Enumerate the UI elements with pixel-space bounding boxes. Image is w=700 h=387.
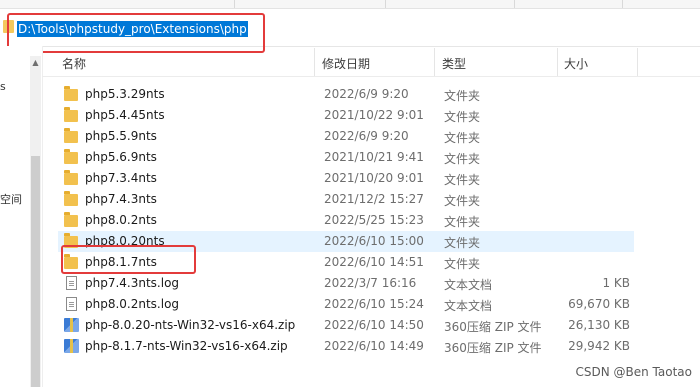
file-date: 2022/6/9 9:20 <box>324 129 409 143</box>
file-date: 2022/6/10 15:00 <box>324 234 424 248</box>
file-row[interactable]: php-8.0.20-nts-Win32-vs16-x64.zip 2022/6… <box>58 315 634 336</box>
file-row[interactable]: php8.0.2nts 2022/5/25 15:23 文件夹 <box>58 210 634 231</box>
folder-icon <box>64 107 78 122</box>
file-date: 2022/6/10 14:49 <box>324 339 424 353</box>
column-header-modified[interactable]: 修改日期 <box>322 55 370 72</box>
file-type: 文件夹 <box>444 131 481 145</box>
file-name: php8.0.2nts <box>85 213 157 227</box>
file-type: 文件夹 <box>444 257 481 271</box>
column-header-name[interactable]: 名称 <box>62 55 86 72</box>
file-type: 文件夹 <box>444 110 481 124</box>
file-size: 69,670 KB <box>568 297 630 311</box>
zip-archive-icon <box>64 318 79 332</box>
file-date: 2021/10/21 9:41 <box>324 150 424 164</box>
file-date: 2022/6/9 9:20 <box>324 87 409 101</box>
file-row[interactable]: php7.4.3nts.log 2022/3/7 16:16 文本文档 1 KB <box>58 273 634 294</box>
address-highlight-box <box>7 13 265 53</box>
file-row[interactable]: php5.5.9nts 2022/6/9 9:20 文件夹 <box>58 126 634 147</box>
file-type: 文件夹 <box>444 194 481 208</box>
file-row[interactable]: php5.6.9nts 2021/10/21 9:41 文件夹 <box>58 147 634 168</box>
column-divider[interactable] <box>557 48 558 76</box>
file-row[interactable]: php8.0.2nts.log 2022/6/10 15:24 文本文档 69,… <box>58 294 634 315</box>
file-date: 2022/6/10 14:51 <box>324 255 424 269</box>
scrollbar-thumb[interactable] <box>31 156 40 387</box>
log-file-icon <box>66 276 77 290</box>
file-name: php7.4.3nts <box>85 192 157 206</box>
column-header-type[interactable]: 类型 <box>442 55 466 72</box>
file-date: 2022/5/25 15:23 <box>324 213 424 227</box>
folder-icon <box>64 170 78 185</box>
file-size: 29,942 KB <box>568 339 630 353</box>
file-name: php7.4.3nts.log <box>85 276 180 290</box>
column-divider[interactable] <box>314 48 315 76</box>
file-date: 2022/3/7 16:16 <box>324 276 417 290</box>
file-type: 文件夹 <box>444 215 481 229</box>
nav-item-fragment[interactable]: 空间 <box>0 191 22 207</box>
file-size: 1 KB <box>602 276 630 290</box>
column-divider[interactable] <box>434 48 435 76</box>
file-name: php-8.0.20-nts-Win32-vs16-x64.zip <box>85 318 296 332</box>
nav-scrollbar[interactable]: ▲ <box>30 56 41 387</box>
column-header-size[interactable]: 大小 <box>564 55 588 72</box>
file-name: php5.6.9nts <box>85 150 157 164</box>
file-date: 2022/6/10 14:50 <box>324 318 424 332</box>
file-row[interactable]: php5.4.45nts 2021/10/22 9:01 文件夹 <box>58 105 634 126</box>
file-date: 2022/6/10 15:24 <box>324 297 424 311</box>
folder-icon <box>64 86 78 101</box>
file-date: 2021/12/2 15:27 <box>324 192 424 206</box>
ribbon-strip <box>0 0 700 9</box>
file-name: php5.3.29nts <box>85 87 165 101</box>
file-type: 文件夹 <box>444 152 481 166</box>
file-row[interactable]: php5.3.29nts 2022/6/9 9:20 文件夹 <box>58 84 634 105</box>
column-divider[interactable] <box>637 48 638 76</box>
file-name: php8.0.2nts.log <box>85 297 180 311</box>
file-row[interactable]: php7.3.4nts 2021/10/20 9:01 文件夹 <box>58 168 634 189</box>
file-row[interactable]: php7.4.3nts 2021/12/2 15:27 文件夹 <box>58 189 634 210</box>
file-date: 2021/10/22 9:01 <box>324 108 424 122</box>
file-date: 2021/10/20 9:01 <box>324 171 424 185</box>
file-type: 文件夹 <box>444 173 481 187</box>
file-type: 文件夹 <box>444 89 481 103</box>
file-row[interactable]: php-8.1.7-nts-Win32-vs16-x64.zip 2022/6/… <box>58 336 634 357</box>
file-name: php5.5.9nts <box>85 129 157 143</box>
file-type: 文本文档 <box>444 299 493 313</box>
log-file-icon <box>66 297 77 311</box>
file-name: php5.4.45nts <box>85 108 165 122</box>
folder-icon <box>64 149 78 164</box>
file-type: 360压缩 ZIP 文件 <box>444 320 542 334</box>
nav-item-fragment[interactable]: s <box>0 80 6 93</box>
folder-icon <box>64 128 78 143</box>
row-highlight-box <box>61 245 196 274</box>
watermark: CSDN @Ben Taotao <box>575 365 692 379</box>
zip-archive-icon <box>64 339 79 353</box>
file-type: 360压缩 ZIP 文件 <box>444 341 542 355</box>
scroll-up-arrow-icon[interactable]: ▲ <box>31 58 40 67</box>
file-type: 文件夹 <box>444 236 481 250</box>
file-type: 文本文档 <box>444 278 493 292</box>
file-name: php-8.1.7-nts-Win32-vs16-x64.zip <box>85 339 288 353</box>
folder-icon <box>64 191 78 206</box>
folder-icon <box>64 212 78 227</box>
file-name: php7.3.4nts <box>85 171 157 185</box>
file-size: 26,130 KB <box>568 318 630 332</box>
column-headers: 名称 修改日期 类型 大小 <box>42 48 700 77</box>
